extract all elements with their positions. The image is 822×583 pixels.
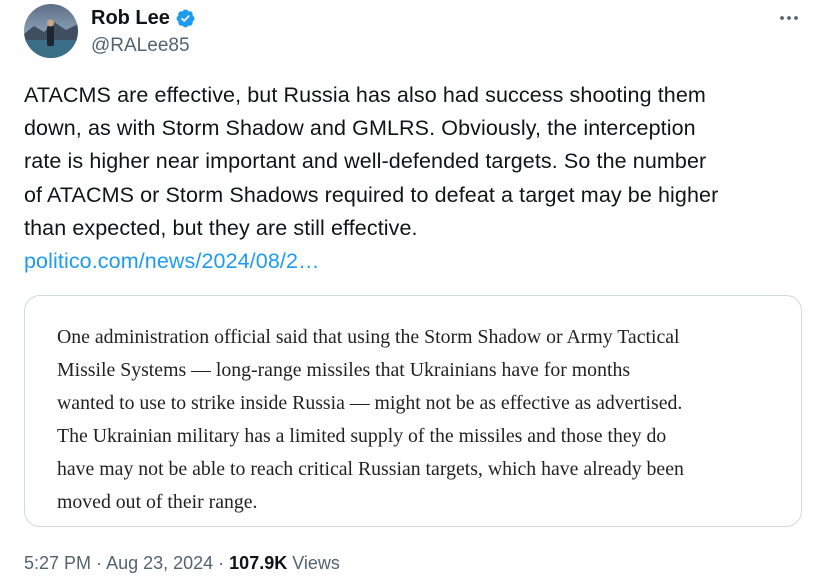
meta-separator: · [91, 553, 107, 573]
tweet-text-line: ATACMS are effective, but Russia has als… [24, 83, 706, 107]
quote-text: One administration official said that us… [57, 321, 792, 518]
quote-text-line: One administration official said that us… [57, 326, 680, 348]
tweet-meta: 5:27 PM · Aug 23, 2024 · 107.9K Views [24, 549, 340, 577]
avatar[interactable] [24, 4, 78, 58]
post-time[interactable]: 5:27 PM [24, 553, 91, 573]
tweet: Rob Lee @RALee85 ATACMS are effective, b… [0, 0, 822, 583]
verified-badge-icon [175, 8, 196, 29]
quote-text-line: have may not be able to reach critical R… [57, 457, 684, 480]
ellipsis-icon [780, 16, 798, 20]
post-date[interactable]: Aug 23, 2024 [106, 553, 213, 573]
quote-text-line: wanted to use to strike inside Russia — … [57, 391, 683, 414]
quote-text-line: The Ukrainian military has a limited sup… [57, 424, 667, 447]
display-name[interactable]: Rob Lee [91, 4, 170, 32]
tweet-text-line: down, as with Storm Shadow and GMLRS. Ob… [24, 116, 696, 141]
quote-text-line: Missile Systems — long-range missiles th… [57, 358, 631, 381]
quote-text-line: moved out of their range. [57, 490, 258, 513]
views-label: Views [287, 553, 340, 573]
tweet-text-line: of ATACMS or Storm Shadows required to d… [24, 182, 719, 207]
more-options-button[interactable] [774, 6, 804, 30]
name-row: Rob Lee [91, 4, 196, 32]
views-count: 107.9K [229, 553, 288, 573]
tweet-text: ATACMS are effective, but Russia has als… [24, 79, 804, 278]
quote-card[interactable]: One administration official said that us… [24, 295, 802, 527]
meta-separator: · [213, 553, 230, 573]
tweet-text-line: than expected, but they are still effect… [24, 215, 418, 240]
article-link[interactable]: politico.com/news/2024/08/2… [24, 249, 320, 273]
handle[interactable]: @RALee85 [91, 33, 196, 59]
tweet-text-line: rate is higher near important and well-d… [24, 149, 707, 174]
author-block: Rob Lee @RALee85 [91, 4, 196, 59]
